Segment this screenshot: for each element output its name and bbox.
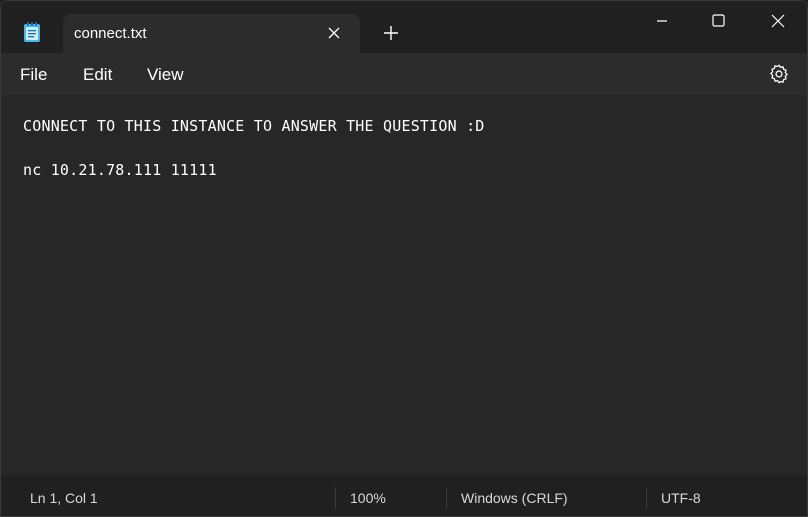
menu-file[interactable]: File	[20, 65, 47, 85]
minimize-icon[interactable]	[639, 9, 685, 37]
notepad-icon	[24, 22, 40, 42]
vertical-scrollbar[interactable]	[801, 95, 807, 476]
status-divider	[446, 487, 447, 509]
status-bar: Ln 1, Col 1 100% Windows (CRLF) UTF-8	[1, 476, 807, 516]
menu-view[interactable]: View	[147, 65, 184, 85]
menu-edit[interactable]: Edit	[83, 65, 112, 85]
notepad-window: connect.txt File Edit View CONNECT TO TH…	[0, 0, 808, 517]
encoding[interactable]: UTF-8	[661, 490, 701, 506]
editor-line-1: CONNECT TO THIS INSTANCE TO ANSWER THE Q…	[23, 117, 485, 135]
cursor-position: Ln 1, Col 1	[30, 490, 98, 506]
editor-line-3: nc 10.21.78.111 11111	[23, 161, 217, 179]
line-ending[interactable]: Windows (CRLF)	[461, 490, 568, 506]
new-tab-plus-icon[interactable]	[382, 24, 400, 42]
settings-gear-icon[interactable]	[768, 63, 790, 85]
maximize-icon[interactable]	[695, 9, 741, 37]
menu-bar: File Edit View	[1, 53, 807, 95]
zoom-level[interactable]: 100%	[350, 490, 386, 506]
status-divider	[646, 487, 647, 509]
close-window-icon[interactable]	[755, 9, 801, 37]
title-bar: connect.txt	[1, 1, 807, 54]
tab-connect-txt[interactable]: connect.txt	[63, 14, 360, 54]
tab-label: connect.txt	[74, 25, 147, 42]
status-divider	[335, 487, 336, 509]
text-editor[interactable]: CONNECT TO THIS INSTANCE TO ANSWER THE Q…	[1, 95, 807, 476]
close-tab-icon[interactable]	[325, 24, 343, 42]
